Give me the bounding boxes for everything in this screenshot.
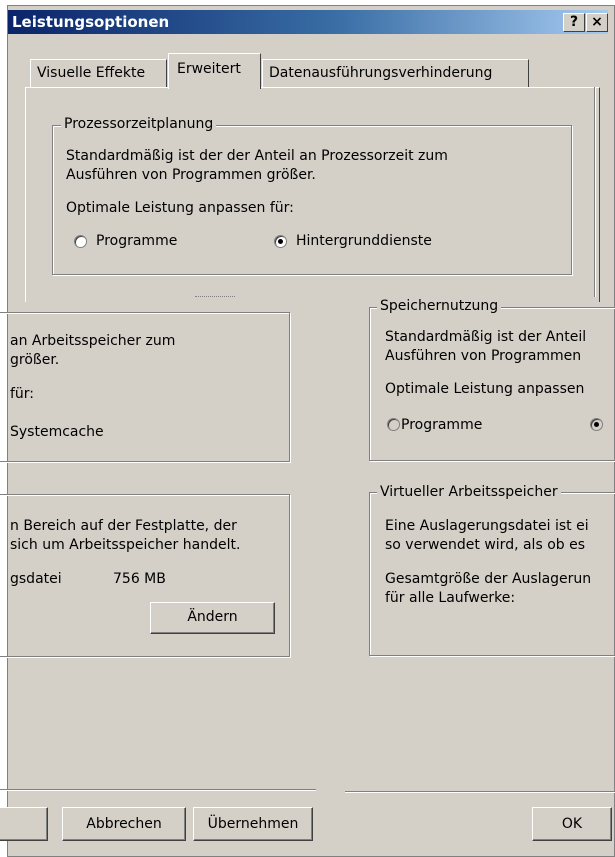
close-icon: × (591, 14, 603, 30)
memory-adjust-label: Optimale Leistung anpassen (385, 381, 585, 397)
cancel-button[interactable]: Abbrechen (62, 807, 186, 841)
paging-file-label: gsdatei (10, 571, 62, 587)
radio-programs-label[interactable]: Programme (96, 232, 177, 251)
radio-programs[interactable] (74, 235, 87, 248)
apply-button[interactable]: Übernehmen (193, 807, 313, 841)
radio-memory-programs[interactable] (387, 418, 400, 431)
processor-description-line2: Ausführen von Programmen größer. (66, 167, 316, 183)
paging-file-size: 756 MB (113, 571, 166, 587)
virtual-memory-legend: Virtueller Arbeitsspeicher (377, 484, 561, 501)
ok-button[interactable]: OK (532, 807, 612, 841)
change-button[interactable]: Ändern (150, 602, 275, 634)
radio-memory-programs-label[interactable]: Programme (401, 416, 482, 435)
left-memory-line3: für: (10, 386, 35, 402)
left-virtual-line1: n Bereich auf der Festplatte, der (10, 518, 237, 534)
virtual-description-line2: so verwendet wird, als ob es (385, 537, 585, 553)
radio-background-services[interactable] (274, 235, 287, 248)
close-button[interactable]: × (586, 13, 608, 32)
ghost-separator (195, 296, 235, 297)
tab-data-execution-prevention[interactable]: Datenausführungsverhinderung (262, 59, 529, 87)
tab-visual-effects[interactable]: Visuelle Effekte (30, 59, 167, 87)
left-memory-line1: an Arbeitsspeicher zum (10, 333, 176, 349)
memory-usage-legend: Speichernutzung (377, 298, 502, 315)
radio-background-services-label[interactable]: Hintergrunddienste (296, 232, 432, 251)
memory-description-line2: Ausführen von Programmen (385, 348, 582, 364)
virtual-description-line4: für alle Laufwerke: (385, 590, 516, 606)
radio-system-cache-label[interactable]: Systemcache (10, 423, 104, 442)
processor-scheduling-legend: Prozessorzeitplanung (61, 116, 217, 133)
left-memory-line2: größer. (10, 352, 60, 368)
tab-advanced[interactable]: Erweitert (168, 53, 261, 89)
partial-button[interactable] (0, 807, 48, 841)
virtual-description-line1: Eine Auslagerungsdatei ist ei (385, 518, 589, 534)
processor-description-line1: Standardmäßig ist der der Anteil an Proz… (66, 148, 448, 164)
radio-memory-system-cache[interactable] (590, 418, 603, 431)
bottom-separator-right (345, 791, 615, 793)
help-button[interactable]: ? (563, 13, 585, 32)
left-virtual-line2: sich um Arbeitsspeicher handelt. (10, 537, 241, 553)
virtual-description-line3: Gesamtgröße der Auslagerun (385, 571, 592, 587)
bottom-separator-left (0, 789, 316, 791)
processor-adjust-label: Optimale Leistung anpassen für: (66, 200, 294, 216)
memory-description-line1: Standardmäßig ist der Anteil (385, 329, 587, 345)
panel-right-edge (594, 87, 596, 297)
window-title: Leistungsoptionen (12, 13, 170, 31)
